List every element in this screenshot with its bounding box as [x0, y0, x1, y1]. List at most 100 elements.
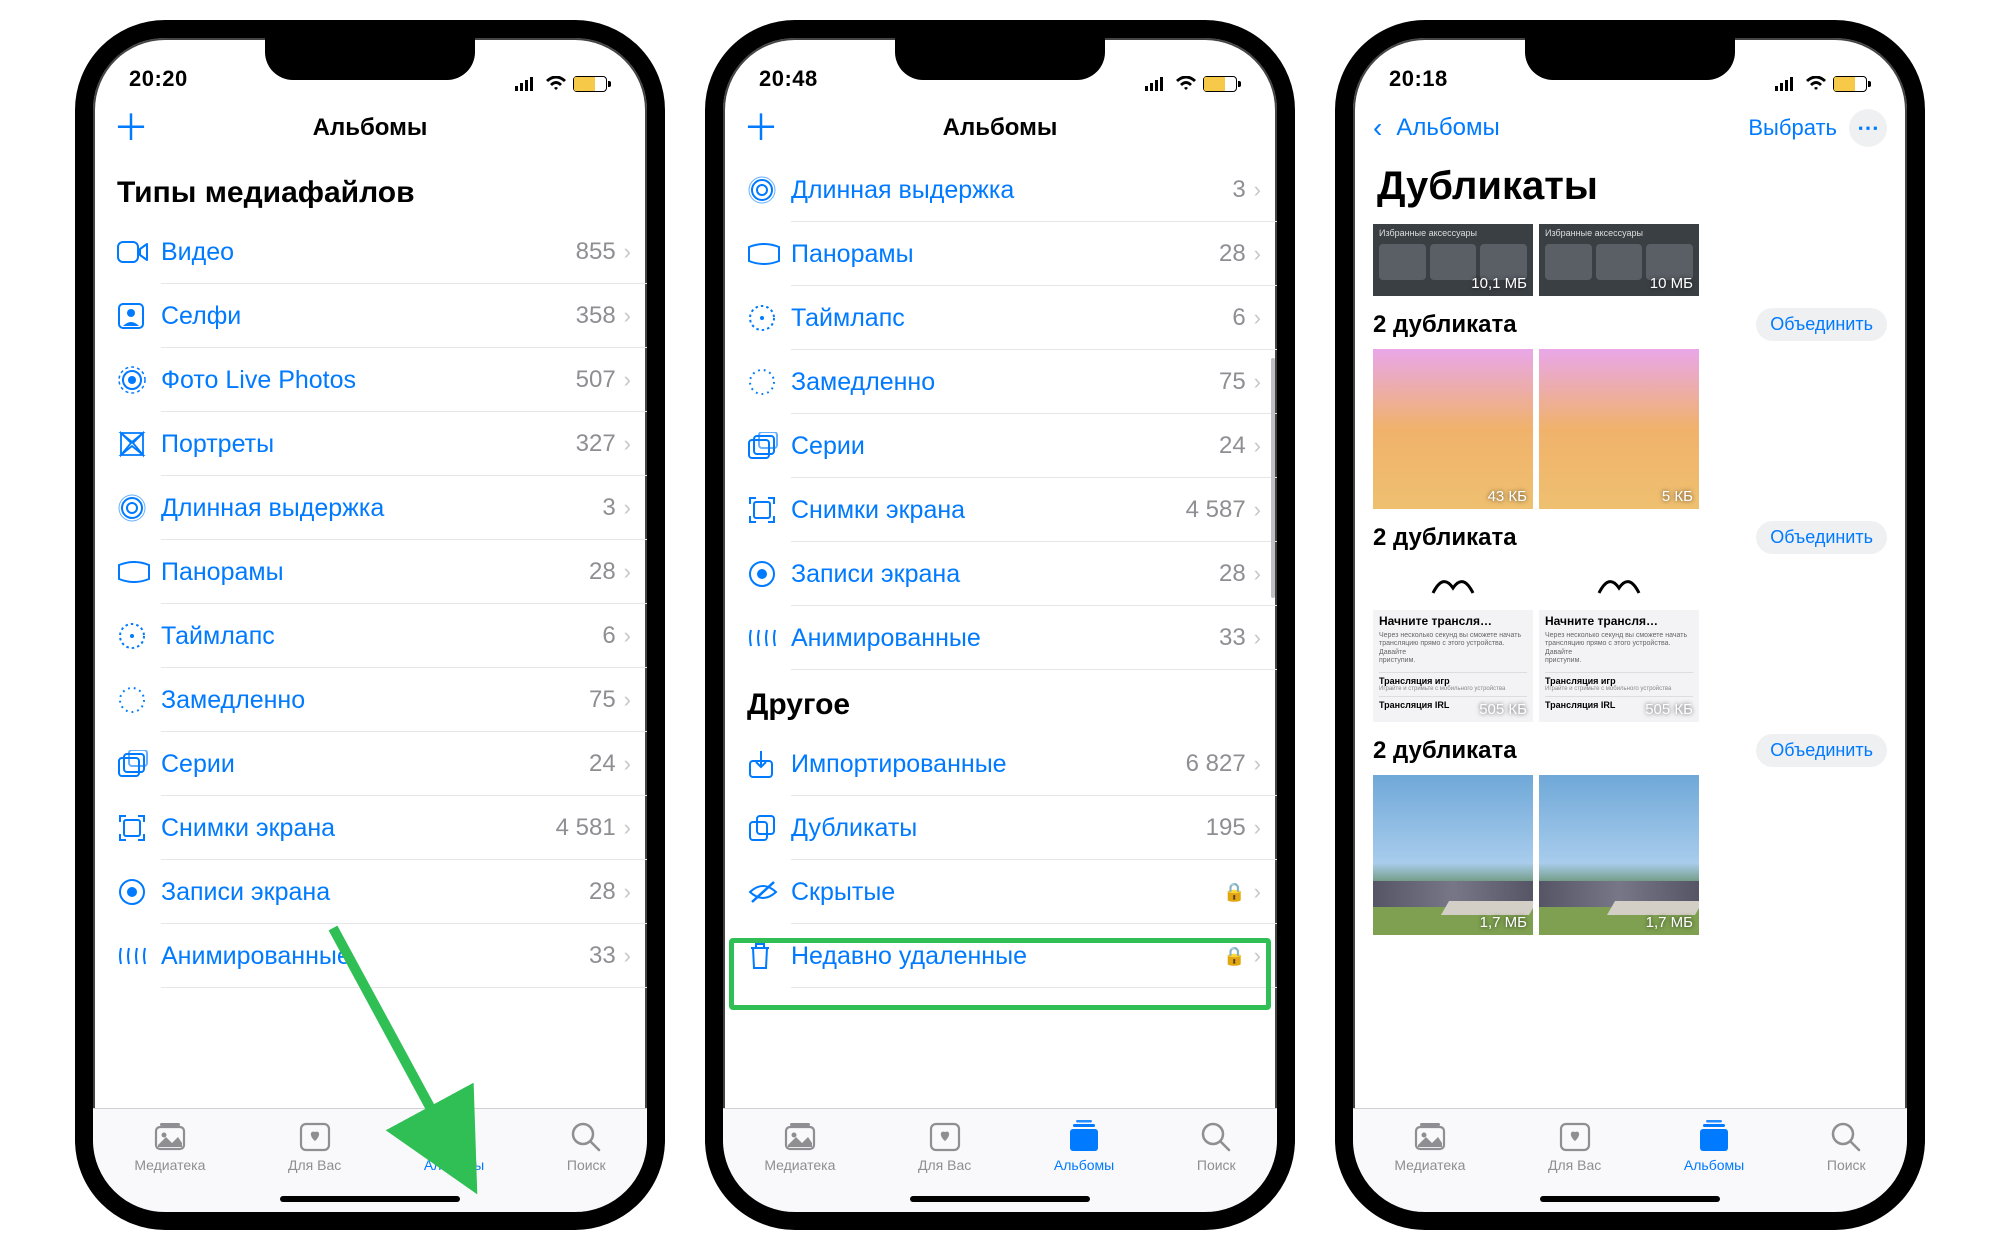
nav-bar: ‹ Альбомы Выбрать ⋯ [1353, 98, 1907, 158]
row-icon [747, 495, 791, 525]
list-row[interactable]: Таймлапс6› [747, 286, 1277, 350]
nav-title: Альбомы [93, 114, 647, 142]
size-badge: 5 КБ [1662, 488, 1693, 505]
size-badge: 10,1 МБ [1471, 275, 1527, 292]
row-count: 4 587 [1186, 496, 1246, 524]
list-row[interactable]: Снимки экрана4 581› [117, 796, 647, 860]
list-row[interactable]: Дубликаты195› [747, 796, 1277, 860]
duplicate-thumbnail[interactable]: Избранные аксессуары10 МБ [1539, 224, 1699, 296]
chevron-right-icon: › [1254, 369, 1261, 395]
list-row[interactable]: Скрытые🔒› [747, 860, 1277, 924]
list-row[interactable]: Длинная выдержка3› [117, 476, 647, 540]
chevron-right-icon: › [1254, 241, 1261, 267]
list-row[interactable]: Фото Live Photos507› [117, 348, 647, 412]
row-icon [747, 303, 791, 333]
tab-library[interactable]: Медиатека [1394, 1117, 1465, 1212]
nav-title: Альбомы [723, 114, 1277, 142]
list-row[interactable]: Селфи358› [117, 284, 647, 348]
row-icon [747, 367, 791, 397]
row-count: 6 [1232, 304, 1245, 332]
row-icon [117, 493, 161, 523]
list-row[interactable]: Записи экрана28› [747, 542, 1277, 606]
list-row[interactable]: Анимированные33› [747, 606, 1277, 670]
chevron-right-icon: › [624, 239, 631, 265]
list-row[interactable]: Замедленно75› [747, 350, 1277, 414]
add-button[interactable]: ＋ [743, 110, 779, 146]
row-icon [747, 175, 791, 205]
phone-screenshot-2: 20:48 ＋ Альбомы Длинная выдержка3›Панора… [705, 20, 1295, 1230]
home-indicator[interactable] [910, 1196, 1090, 1202]
row-count: 6 827 [1186, 750, 1246, 778]
merge-button[interactable]: Объединить [1756, 734, 1887, 767]
lock-icon: 🔒 [1223, 882, 1245, 903]
row-label: Анимированные [161, 942, 589, 971]
tab-search[interactable]: Поиск [1197, 1117, 1236, 1212]
cellular-icon [1145, 77, 1169, 91]
status-time: 20:20 [129, 66, 188, 92]
row-icon [117, 750, 161, 778]
duplicate-thumbnail[interactable]: 1,7 МБ [1539, 775, 1699, 935]
row-label: Записи экрана [161, 878, 589, 907]
chevron-right-icon: › [624, 367, 631, 393]
list-row[interactable]: Панорамы28› [117, 540, 647, 604]
tab-search[interactable]: Поиск [1827, 1117, 1866, 1212]
list-row[interactable]: Таймлапс6› [117, 604, 647, 668]
tab-search[interactable]: Поиск [567, 1117, 606, 1212]
add-button[interactable]: ＋ [113, 110, 149, 146]
home-indicator[interactable] [280, 1196, 460, 1202]
list-row[interactable]: Записи экрана28› [117, 860, 647, 924]
merge-button[interactable]: Объединить [1756, 521, 1887, 554]
list-row[interactable]: Серии24› [117, 732, 647, 796]
chevron-right-icon: › [624, 751, 631, 777]
merge-button[interactable]: Объединить [1756, 308, 1887, 341]
back-button[interactable]: ‹ Альбомы [1373, 112, 1500, 144]
tab-library[interactable]: Медиатека [134, 1117, 205, 1212]
home-indicator[interactable] [1540, 1196, 1720, 1202]
duplicate-thumbnail[interactable]: 1,7 МБ [1373, 775, 1533, 935]
back-label: Альбомы [1396, 114, 1499, 142]
phone-screenshot-1: 20:20 ＋ Альбомы Типы медиафайлов Видео85… [75, 20, 665, 1230]
list-row[interactable]: Анимированные33› [117, 924, 647, 988]
more-button[interactable]: ⋯ [1849, 109, 1887, 147]
scroll-indicator[interactable] [1271, 358, 1275, 598]
list-row[interactable]: Снимки экрана4 587› [747, 478, 1277, 542]
battery-icon [573, 76, 607, 92]
row-count: 358 [576, 302, 616, 330]
wifi-icon [545, 76, 567, 92]
row-label: Снимки экрана [791, 496, 1186, 525]
page-title: Дубликаты [1353, 158, 1907, 219]
duplicate-thumbnail[interactable]: 43 КБ [1373, 349, 1533, 509]
size-badge: 505 КБ [1645, 701, 1693, 718]
row-count: 3 [1232, 176, 1245, 204]
row-count: 28 [1219, 240, 1246, 268]
row-label: Замедленно [161, 686, 589, 715]
list-row[interactable]: Замедленно75› [117, 668, 647, 732]
row-icon [747, 559, 791, 589]
list-row[interactable]: Видео855› [117, 220, 647, 284]
list-row[interactable]: Панорамы28› [747, 222, 1277, 286]
wifi-icon [1805, 76, 1827, 92]
duplicate-thumbnail[interactable]: Начните трансля…Через несколько секунд в… [1539, 562, 1699, 722]
select-button[interactable]: Выбрать [1748, 115, 1837, 141]
duplicate-thumbnail[interactable]: Начните трансля…Через несколько секунд в… [1373, 562, 1533, 722]
row-icon [747, 813, 791, 843]
chevron-right-icon: › [1254, 879, 1261, 905]
chevron-left-icon: ‹ [1373, 112, 1382, 144]
list-row[interactable]: Импортированные6 827› [747, 732, 1277, 796]
row-icon [117, 621, 161, 651]
chevron-right-icon: › [1254, 433, 1261, 459]
duplicate-thumbnail[interactable]: Избранные аксессуары10,1 МБ [1373, 224, 1533, 296]
row-icon [747, 749, 791, 779]
phone-screenshot-3: 20:18 ‹ Альбомы Выбрать ⋯ Дубликаты Избр… [1335, 20, 1925, 1230]
chevron-right-icon: › [624, 879, 631, 905]
row-label: Серии [161, 750, 589, 779]
list-row[interactable]: Портреты327› [117, 412, 647, 476]
list-row[interactable]: Длинная выдержка3› [747, 158, 1277, 222]
tab-library[interactable]: Медиатека [764, 1117, 835, 1212]
row-label: Снимки экрана [161, 814, 556, 843]
row-icon [117, 685, 161, 715]
notch [1525, 36, 1735, 80]
duplicate-thumbnail[interactable]: 5 КБ [1539, 349, 1699, 509]
list-row[interactable]: Серии24› [747, 414, 1277, 478]
chevron-right-icon: › [624, 495, 631, 521]
